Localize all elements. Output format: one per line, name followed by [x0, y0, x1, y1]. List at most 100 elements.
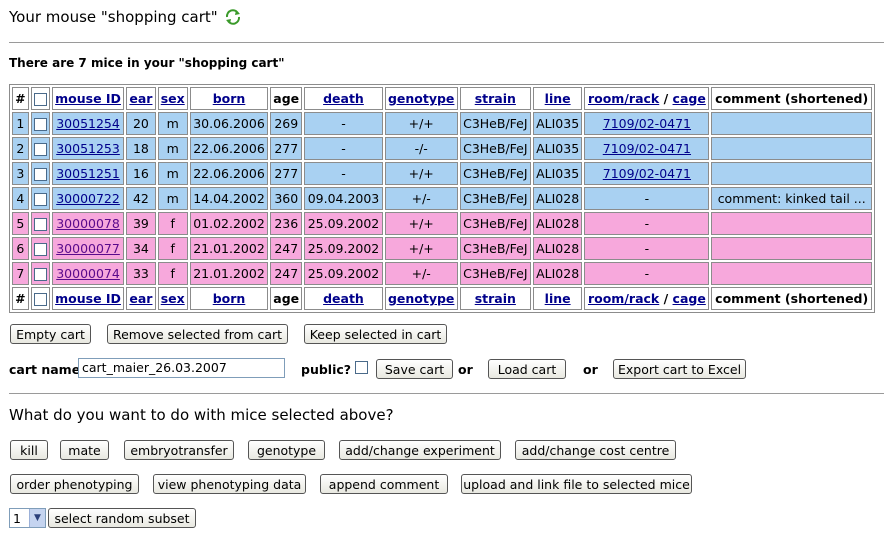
genotype-button[interactable]: genotype — [248, 440, 325, 460]
kill-button[interactable]: kill — [10, 440, 48, 460]
sort-ear-link[interactable]: ear — [129, 291, 152, 306]
sort-death-link[interactable]: death — [323, 291, 364, 306]
mouse-id-link[interactable]: 30000078 — [56, 216, 120, 231]
sort-cage-link[interactable]: cage — [673, 91, 706, 106]
mouse-id-cell: 30000074 — [51, 262, 125, 285]
sort-born-link[interactable]: born — [213, 91, 246, 106]
row-select-checkbox[interactable] — [33, 118, 47, 131]
export-excel-button[interactable]: Export cart to Excel — [613, 359, 746, 379]
refresh-icon[interactable] — [224, 8, 242, 26]
sort-room-rack-link[interactable]: room/rack — [588, 91, 659, 106]
mouse-id-link[interactable]: 30000722 — [56, 191, 120, 206]
col-select-all[interactable] — [30, 287, 50, 310]
mouse-id-link[interactable]: 30051253 — [56, 141, 120, 156]
age-cell: 277 — [270, 137, 303, 160]
born-cell: 14.04.2002 — [189, 187, 269, 210]
mouse-id-link[interactable]: 30051254 — [56, 116, 120, 131]
append-comment-button[interactable]: append comment — [320, 474, 448, 494]
sort-genotype-link[interactable]: genotype — [388, 91, 454, 106]
sort-ear-link[interactable]: ear — [129, 91, 152, 106]
comment-cell — [711, 137, 872, 160]
cage-link[interactable]: 7109/02-0471 — [603, 116, 691, 131]
sort-line-link[interactable]: line — [545, 291, 571, 306]
row-select-cell[interactable] — [30, 137, 50, 160]
genotype-cell: +/- — [384, 262, 458, 285]
line-cell: ALI035 — [532, 162, 583, 185]
public-checkbox[interactable] — [355, 361, 368, 374]
sort-death-link[interactable]: death — [323, 91, 364, 106]
cage-cell: - — [584, 187, 710, 210]
save-cart-button[interactable]: Save cart — [376, 359, 453, 379]
select-all-checkbox[interactable] — [33, 93, 47, 106]
subset-count-select[interactable]: 1 ▼ — [9, 508, 46, 528]
sort-line-link[interactable]: line — [545, 91, 571, 106]
row-select-cell[interactable] — [30, 162, 50, 185]
sort-room-rack-link[interactable]: room/rack — [588, 291, 659, 306]
add-change-cost-centre-button[interactable]: add/change cost centre — [515, 440, 676, 460]
cage-cell: - — [584, 262, 710, 285]
row-select-checkbox[interactable] — [33, 143, 47, 156]
sort-sex-link[interactable]: sex — [161, 291, 185, 306]
sort-born-link[interactable]: born — [213, 291, 246, 306]
sort-strain-link[interactable]: strain — [475, 291, 516, 306]
row-select-checkbox[interactable] — [33, 243, 47, 256]
sort-mouse-id-link[interactable]: mouse ID — [55, 91, 121, 106]
genotype-cell: +/+ — [384, 212, 458, 235]
genotype-cell: -/- — [384, 137, 458, 160]
select-random-subset-button[interactable]: select random subset — [48, 508, 196, 528]
row-select-cell[interactable] — [30, 262, 50, 285]
row-select-checkbox[interactable] — [33, 193, 47, 206]
mouse-id-link[interactable]: 30000074 — [56, 266, 120, 281]
upload-link-file-button[interactable]: upload and link file to selected mice — [461, 474, 692, 494]
col-num-header: # — [12, 287, 29, 310]
add-change-experiment-button[interactable]: add/change experiment — [339, 440, 501, 460]
keep-selected-button[interactable]: Keep selected in cart — [304, 324, 447, 344]
table-row: 1 30051254 20 m 30.06.2006 269- +/+ C3HeB/FeJ AL… — [12, 112, 872, 135]
mate-button[interactable]: mate — [60, 440, 109, 460]
row-select-checkbox[interactable] — [33, 168, 47, 181]
col-select-all[interactable] — [30, 87, 50, 110]
select-all-checkbox[interactable] — [33, 293, 47, 306]
death-cell: 25.09.2002 — [304, 262, 383, 285]
mice-table: # mouse ID ear sex born age death genoty… — [9, 84, 875, 313]
remove-selected-button[interactable]: Remove selected from cart — [107, 324, 288, 344]
mouse-id-link[interactable]: 30000077 — [56, 241, 120, 256]
header-slash: / — [663, 91, 669, 106]
cage-link[interactable]: 7109/02-0471 — [603, 141, 691, 156]
row-select-cell[interactable] — [30, 112, 50, 135]
view-phenotyping-data-button[interactable]: view phenotyping data — [153, 474, 306, 494]
sort-mouse-id-link[interactable]: mouse ID — [55, 291, 121, 306]
cage-cell: 7109/02-0471 — [584, 112, 710, 135]
empty-cart-button[interactable]: Empty cart — [10, 324, 91, 344]
mouse-id-cell: 30051254 — [51, 112, 125, 135]
born-cell: 22.06.2006 — [189, 162, 269, 185]
born-cell: 01.02.2002 — [189, 212, 269, 235]
row-select-cell[interactable] — [30, 187, 50, 210]
public-label: public? — [301, 362, 352, 377]
sort-genotype-link[interactable]: genotype — [388, 291, 454, 306]
chevron-down-icon[interactable]: ▼ — [29, 509, 45, 527]
strain-cell: C3HeB/FeJ — [459, 112, 531, 135]
load-cart-button[interactable]: Load cart — [488, 359, 566, 379]
cart-name-input[interactable]: cart_maier_26.03.2007 — [78, 358, 285, 378]
sex-cell: m — [157, 162, 188, 185]
mouse-id-link[interactable]: 30051251 — [56, 166, 120, 181]
sort-sex-link[interactable]: sex — [161, 91, 185, 106]
comment-cell — [711, 112, 872, 135]
sort-strain-link[interactable]: strain — [475, 91, 516, 106]
row-select-checkbox[interactable] — [33, 268, 47, 281]
comment-cell — [711, 212, 872, 235]
sort-cage-link[interactable]: cage — [673, 291, 706, 306]
age-cell: 247 — [270, 262, 303, 285]
age-cell: 277 — [270, 162, 303, 185]
cart-count-text: There are 7 mice in your "shopping cart" — [9, 56, 285, 70]
mouse-id-cell: 30000078 — [51, 212, 125, 235]
row-select-checkbox[interactable] — [33, 218, 47, 231]
embryotransfer-button[interactable]: embryotransfer — [124, 440, 234, 460]
row-select-cell[interactable] — [30, 237, 50, 260]
cage-link[interactable]: 7109/02-0471 — [603, 166, 691, 181]
row-select-cell[interactable] — [30, 212, 50, 235]
strain-cell: C3HeB/FeJ — [459, 262, 531, 285]
order-phenotyping-button[interactable]: order phenotyping — [10, 474, 139, 494]
strain-cell: C3HeB/FeJ — [459, 212, 531, 235]
